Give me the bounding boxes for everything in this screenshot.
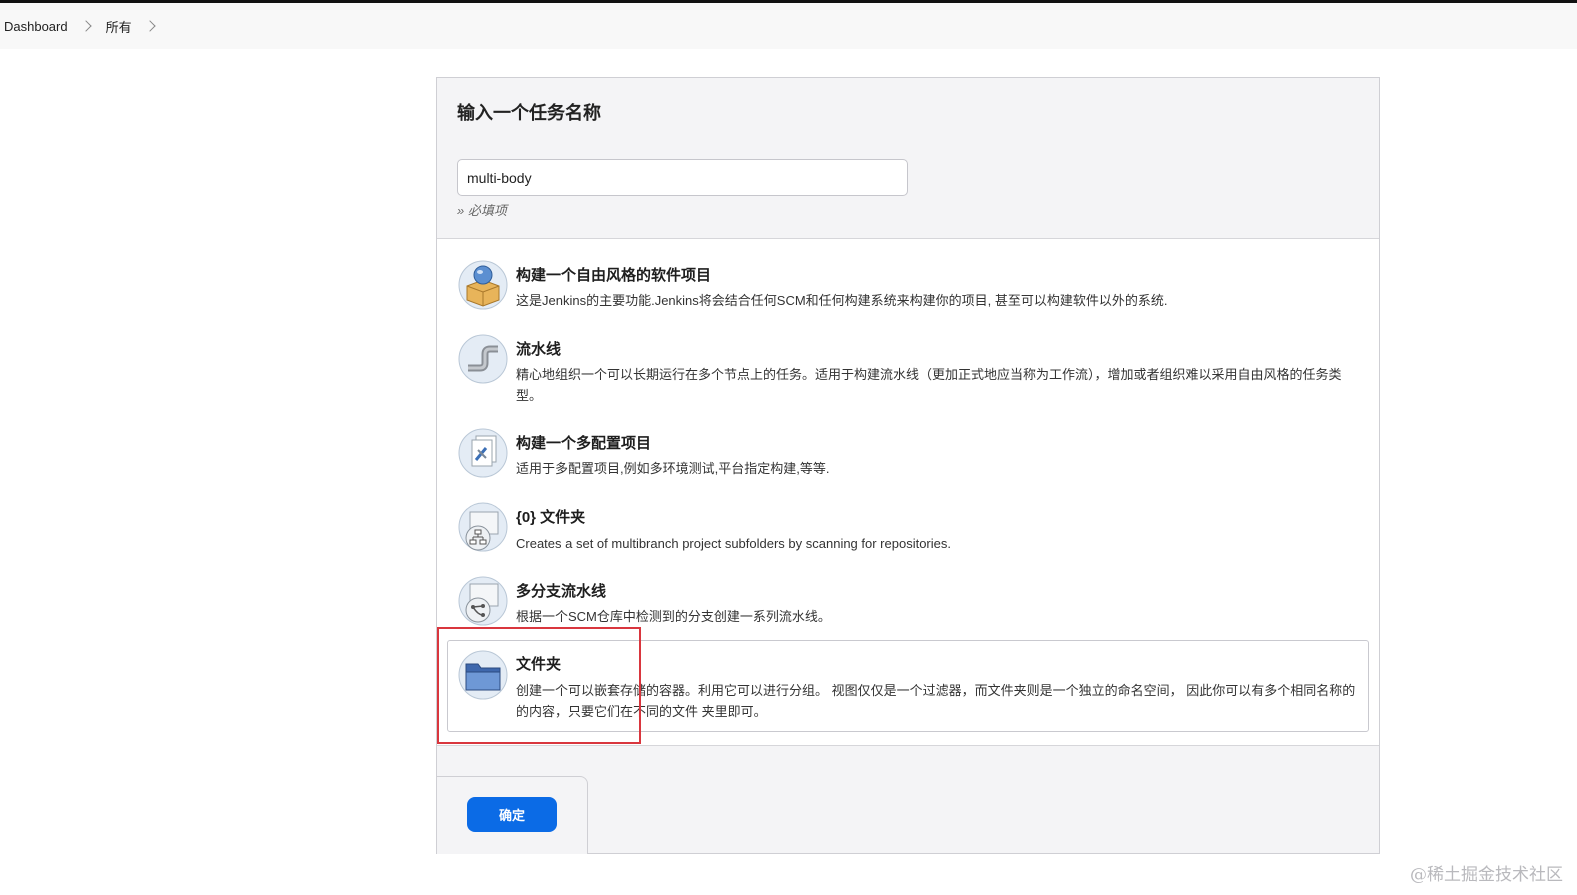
item-type-pipeline[interactable]: 流水线 精心地组织一个可以长期运行在多个节点上的任务。适用于构建流水线（更加正式… <box>447 333 1369 411</box>
pipeline-icon <box>458 334 508 384</box>
breadcrumb: Dashboard 所有 <box>0 3 1577 49</box>
item-type-description: 这是Jenkins的主要功能.Jenkins将会结合任何SCM和任何构建系统来构… <box>516 293 1168 308</box>
item-type-title: 文件夹 <box>516 656 562 673</box>
breadcrumb-dashboard[interactable]: Dashboard <box>4 19 68 34</box>
chevron-right-icon[interactable] <box>79 20 92 32</box>
item-type-description: 根据一个SCM仓库中检测到的分支创建一系列流水线。 <box>516 609 831 624</box>
required-hint: » 必填项 <box>457 203 507 218</box>
new-item-panel: 输入一个任务名称 » 必填项 构建一个自由风格的软件项目 这是Jenkins的主… <box>436 77 1380 854</box>
item-type-list: 构建一个自由风格的软件项目 这是Jenkins的主要功能.Jenkins将会结合… <box>437 239 1379 746</box>
item-name-section: 输入一个任务名称 » 必填项 <box>437 78 1379 239</box>
watermark: @稀土掘金技术社区 <box>1410 865 1563 885</box>
item-type-description: 创建一个可以嵌套存储的容器。利用它可以进行分组。 视图仅仅是一个过滤器，而文件夹… <box>516 683 1356 719</box>
item-type-freestyle[interactable]: 构建一个自由风格的软件项目 这是Jenkins的主要功能.Jenkins将会结合… <box>447 259 1369 319</box>
item-type-multibranch-pipeline[interactable]: 多分支流水线 根据一个SCM仓库中检测到的分支创建一系列流水线。 <box>447 575 1369 635</box>
item-type-title: 流水线 <box>516 341 562 358</box>
item-type-description: 精心地组织一个可以长期运行在多个节点上的任务。适用于构建流水线（更加正式地应当称… <box>516 367 1342 403</box>
item-name-title: 输入一个任务名称 <box>457 103 601 123</box>
multibranch-pipeline-icon <box>458 576 508 626</box>
item-type-title: 多分支流水线 <box>516 583 607 600</box>
freestyle-project-icon <box>458 260 508 310</box>
chevron-right-icon[interactable] <box>143 20 156 32</box>
item-type-description: 适用于多配置项目,例如多环境测试,平台指定构建,等等. <box>516 461 830 476</box>
breadcrumb-all[interactable]: 所有 <box>106 17 132 36</box>
item-type-title: {0} 文件夹 <box>516 509 586 526</box>
item-type-description: Creates a set of multibranch project sub… <box>516 536 951 551</box>
item-type-title: 构建一个自由风格的软件项目 <box>516 267 712 284</box>
item-type-organization-folder[interactable]: {0} 文件夹 Creates a set of multibranch pro… <box>447 501 1369 561</box>
item-type-multi-config[interactable]: 构建一个多配置项目 适用于多配置项目,例如多环境测试,平台指定构建,等等. <box>447 427 1369 487</box>
multi-config-project-icon <box>458 428 508 478</box>
form-footer: 确定 <box>437 776 588 854</box>
item-type-title: 构建一个多配置项目 <box>516 435 652 452</box>
item-name-input[interactable] <box>457 159 908 196</box>
folder-icon <box>458 650 508 700</box>
organization-folder-icon <box>458 502 508 552</box>
item-type-folder[interactable]: 文件夹 创建一个可以嵌套存储的容器。利用它可以进行分组。 视图仅仅是一个过滤器，… <box>447 640 1369 732</box>
ok-button[interactable]: 确定 <box>467 797 557 832</box>
